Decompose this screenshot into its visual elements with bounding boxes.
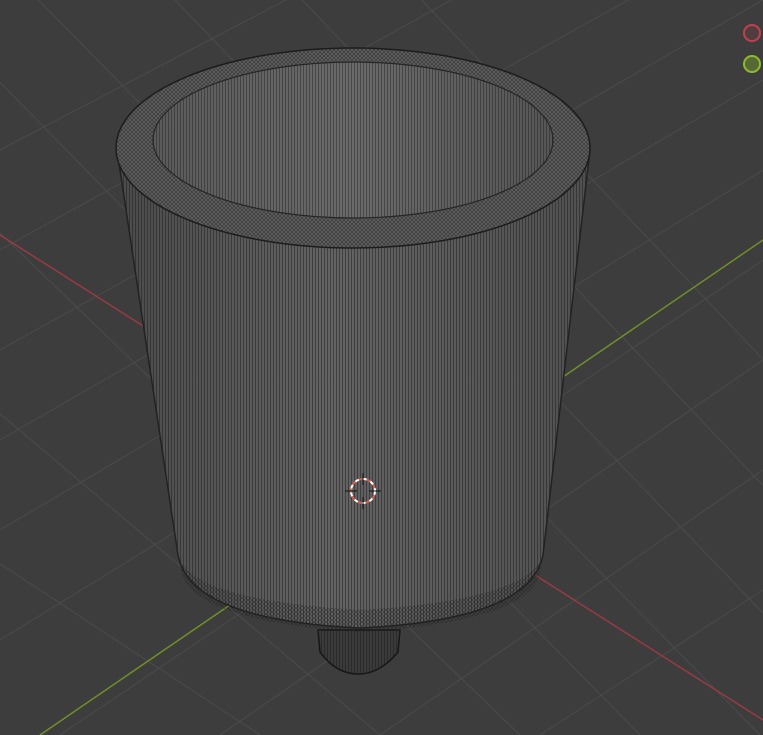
gizmo-y-axis-icon[interactable] <box>743 55 761 73</box>
mesh-bottom-knob[interactable] <box>317 629 401 675</box>
gizmo-x-axis-icon[interactable] <box>743 24 761 42</box>
mesh-cup-rim[interactable] <box>115 47 591 249</box>
viewport-scene[interactable] <box>0 0 763 735</box>
3d-viewport[interactable] <box>0 0 763 735</box>
